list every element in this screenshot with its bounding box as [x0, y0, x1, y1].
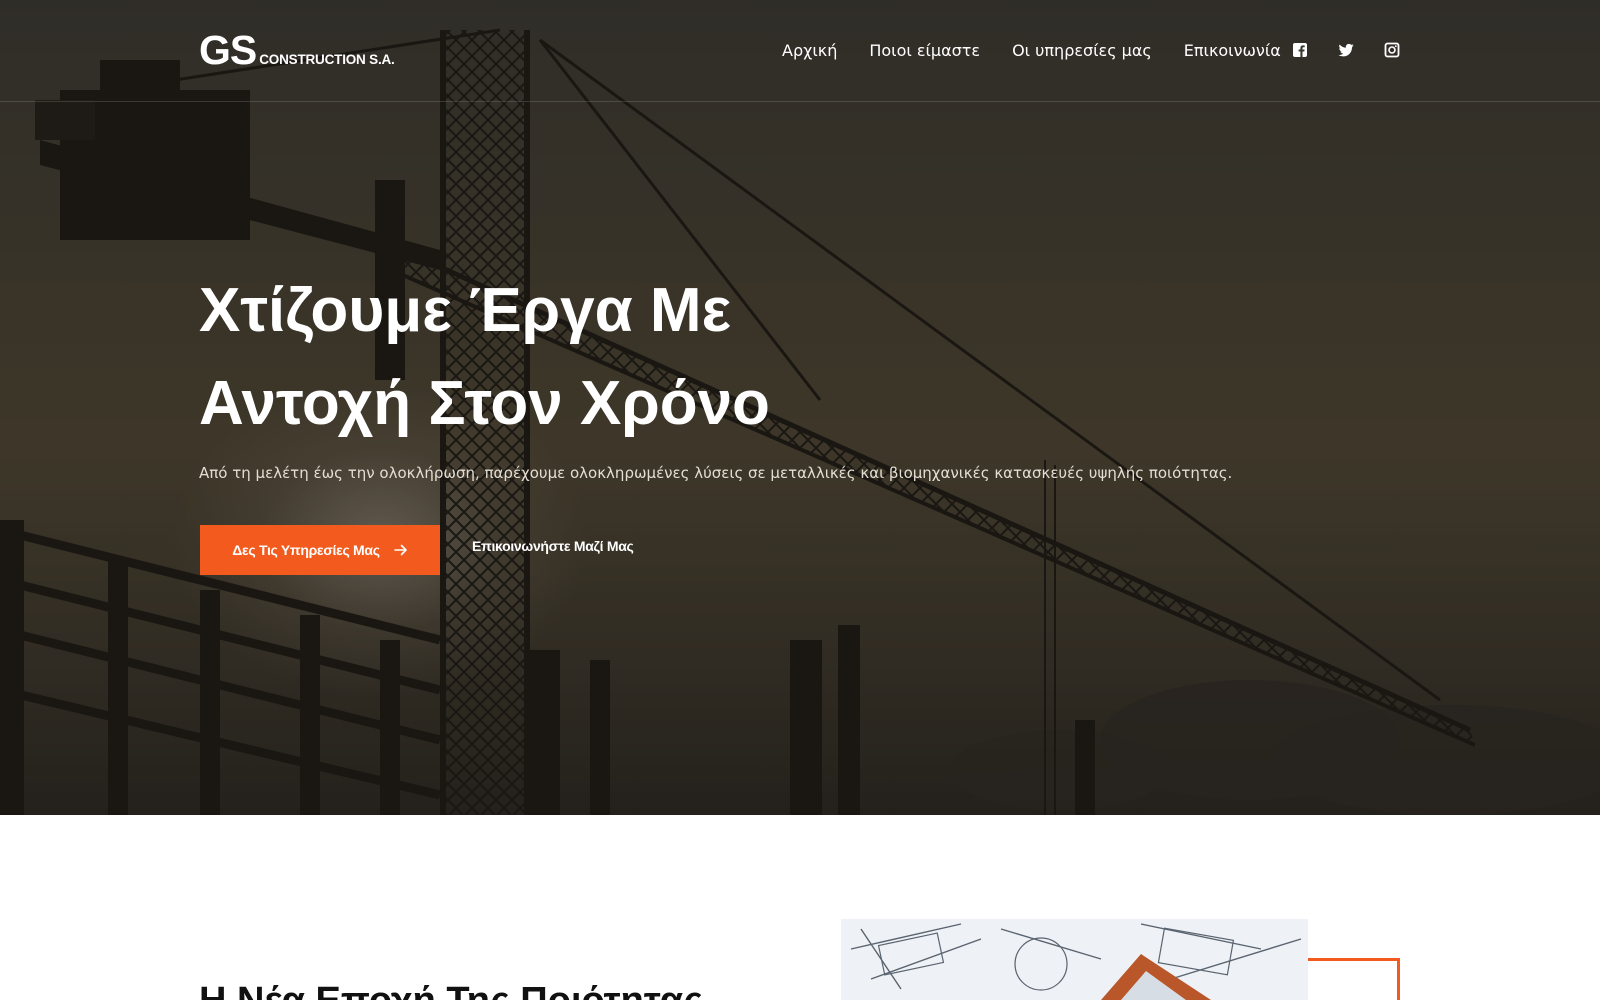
nav-item-contact[interactable]: Επικοινωνία [1184, 40, 1281, 62]
main-nav: Αρχική Ποιοι είμαστε Οι υπηρεσίες μας Επ… [782, 40, 1281, 62]
view-services-button[interactable]: Δες Τις Υπηρεσίες Μας [200, 525, 440, 575]
contact-us-button[interactable]: Επικοινωνήστε Μαζί Μας [472, 538, 634, 554]
logo-mark: GS [199, 27, 257, 73]
nav-item-about[interactable]: Ποιοι είμαστε [869, 40, 980, 62]
social-links [1292, 42, 1400, 58]
hero-title-line-2: Αντοχή Στον Χρόνο [199, 369, 770, 438]
site-header: GS CONSTRUCTION S.A. Αρχική Ποιοι είμαστ… [0, 0, 1600, 102]
hero-title-line-1: Χτίζουμε Έργα Με [199, 276, 731, 345]
brand-logo[interactable]: GS CONSTRUCTION S.A. [199, 27, 395, 73]
twitter-icon[interactable] [1338, 42, 1354, 58]
hero-section: GS CONSTRUCTION S.A. Αρχική Ποιοι είμαστ… [0, 0, 1600, 815]
hero-title: Χτίζουμε Έργα Με Αντοχή Στον Χρόνο [199, 264, 1099, 450]
view-services-button-label: Δες Τις Υπηρεσίες Μας [232, 542, 380, 558]
logo-text: CONSTRUCTION S.A. [259, 52, 395, 67]
blueprint-image [841, 919, 1308, 1000]
instagram-icon[interactable] [1384, 42, 1400, 58]
nav-item-services[interactable]: Οι υπηρεσίες μας [1012, 40, 1152, 62]
about-title: Η Νέα Εποχή Της Ποιότητας [199, 978, 759, 1000]
arrow-right-icon [393, 544, 407, 556]
facebook-icon[interactable] [1292, 42, 1308, 58]
hero-subtitle: Από τη μελέτη έως την ολοκλήρωση, παρέχο… [199, 464, 1233, 482]
nav-item-home[interactable]: Αρχική [782, 40, 837, 62]
